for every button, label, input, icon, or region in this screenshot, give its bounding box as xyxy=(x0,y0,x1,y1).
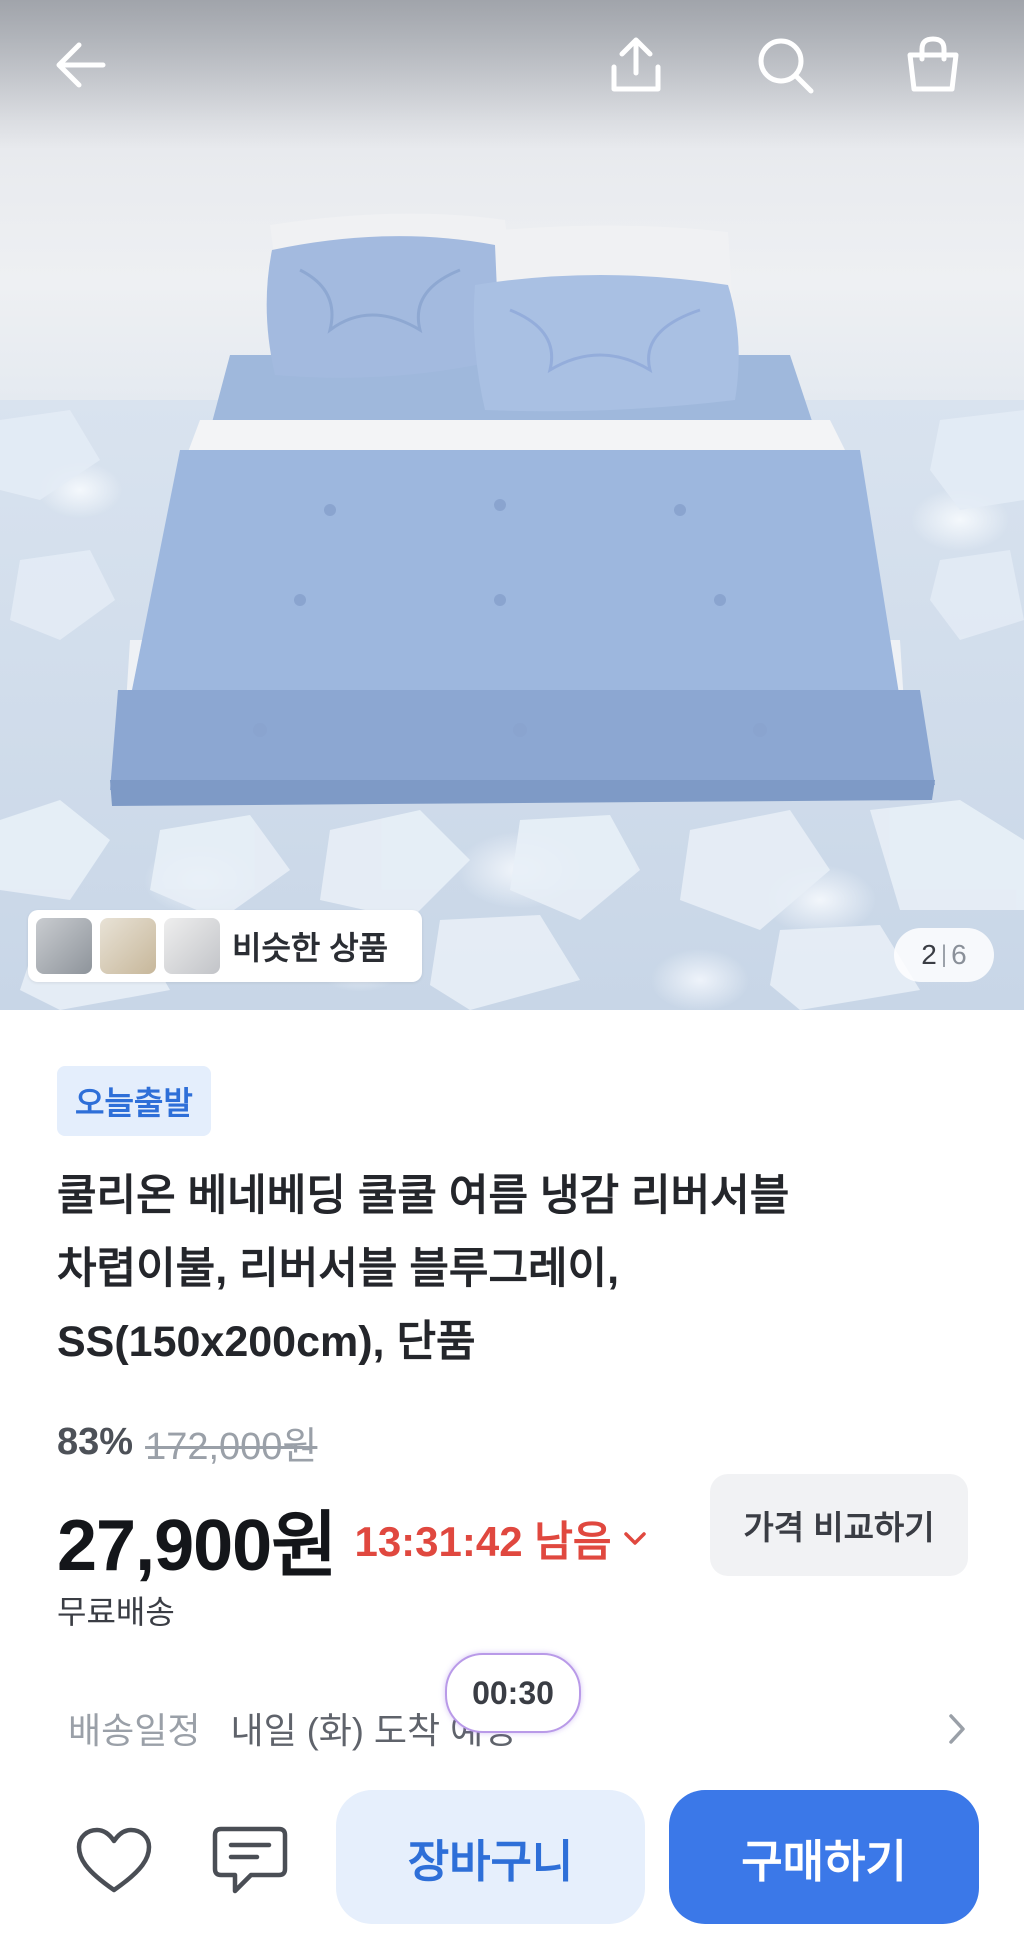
similar-thumb xyxy=(100,918,156,974)
sale-price: 27,900원 xyxy=(57,1506,337,1586)
delivery-label: 배송일정 xyxy=(68,1710,201,1751)
product-image[interactable]: 비슷한 상품 2 | 6 xyxy=(0,0,1024,1010)
similar-label: 비슷한 상품 xyxy=(232,930,389,966)
shopping-bag-icon xyxy=(907,36,959,92)
product-title: 쿨리온 베네베딩 쿨쿨 여름 냉감 리버서블 차렵이불, 리버서블 블루그레이,… xyxy=(57,1160,957,1379)
add-to-cart-button[interactable]: 장바구니 xyxy=(336,1790,645,1924)
cart-button[interactable] xyxy=(902,34,964,96)
bed-illustration xyxy=(0,213,1024,1010)
today-shipping-badge: 오늘출발 xyxy=(57,1066,211,1136)
wishlist-button[interactable] xyxy=(73,1820,155,1902)
pager-current: 2 xyxy=(921,939,937,970)
chevron-right-icon xyxy=(949,1714,965,1744)
title-line: SS(150x200cm), 단품 xyxy=(57,1318,476,1366)
top-shade xyxy=(0,0,1024,150)
image-pager: 2 | 6 xyxy=(894,928,994,982)
buy-now-button[interactable]: 구매하기 xyxy=(669,1790,979,1924)
similar-thumb xyxy=(36,918,92,974)
search-icon xyxy=(758,38,814,94)
search-button[interactable] xyxy=(754,34,816,96)
original-price: 172,000원 xyxy=(145,1426,318,1468)
title-line: 쿨리온 베네베딩 쿨쿨 여름 냉감 리버서블 xyxy=(57,1172,790,1220)
pager-total: 6 xyxy=(951,939,967,970)
similar-products-button[interactable]: 비슷한 상품 xyxy=(28,910,422,982)
arrow-left-icon xyxy=(56,42,106,88)
back-button[interactable] xyxy=(50,34,112,96)
share-upload-icon xyxy=(611,37,661,92)
deal-timer[interactable]: 13:31:42 남음 xyxy=(354,1508,611,1569)
heart-icon xyxy=(76,1827,152,1893)
similar-thumb xyxy=(164,918,220,974)
discount-row: 83% 172,000원 xyxy=(57,1415,317,1470)
free-shipping-text: 무료배송 xyxy=(57,1594,175,1630)
floating-timer[interactable]: 00:30 xyxy=(445,1653,581,1733)
chevron-down-icon[interactable] xyxy=(622,1529,648,1549)
discount-rate: 83% xyxy=(57,1421,134,1463)
chat-button[interactable] xyxy=(209,1820,291,1902)
title-line: 차렵이불, 리버서블 블루그레이, xyxy=(57,1245,620,1293)
chat-bubble-icon xyxy=(212,1826,288,1894)
compare-price-button[interactable]: 가격 비교하기 xyxy=(710,1474,968,1576)
price-row: 27,900원 13:31:42 남음 xyxy=(57,1486,648,1591)
share-button[interactable] xyxy=(605,34,667,96)
